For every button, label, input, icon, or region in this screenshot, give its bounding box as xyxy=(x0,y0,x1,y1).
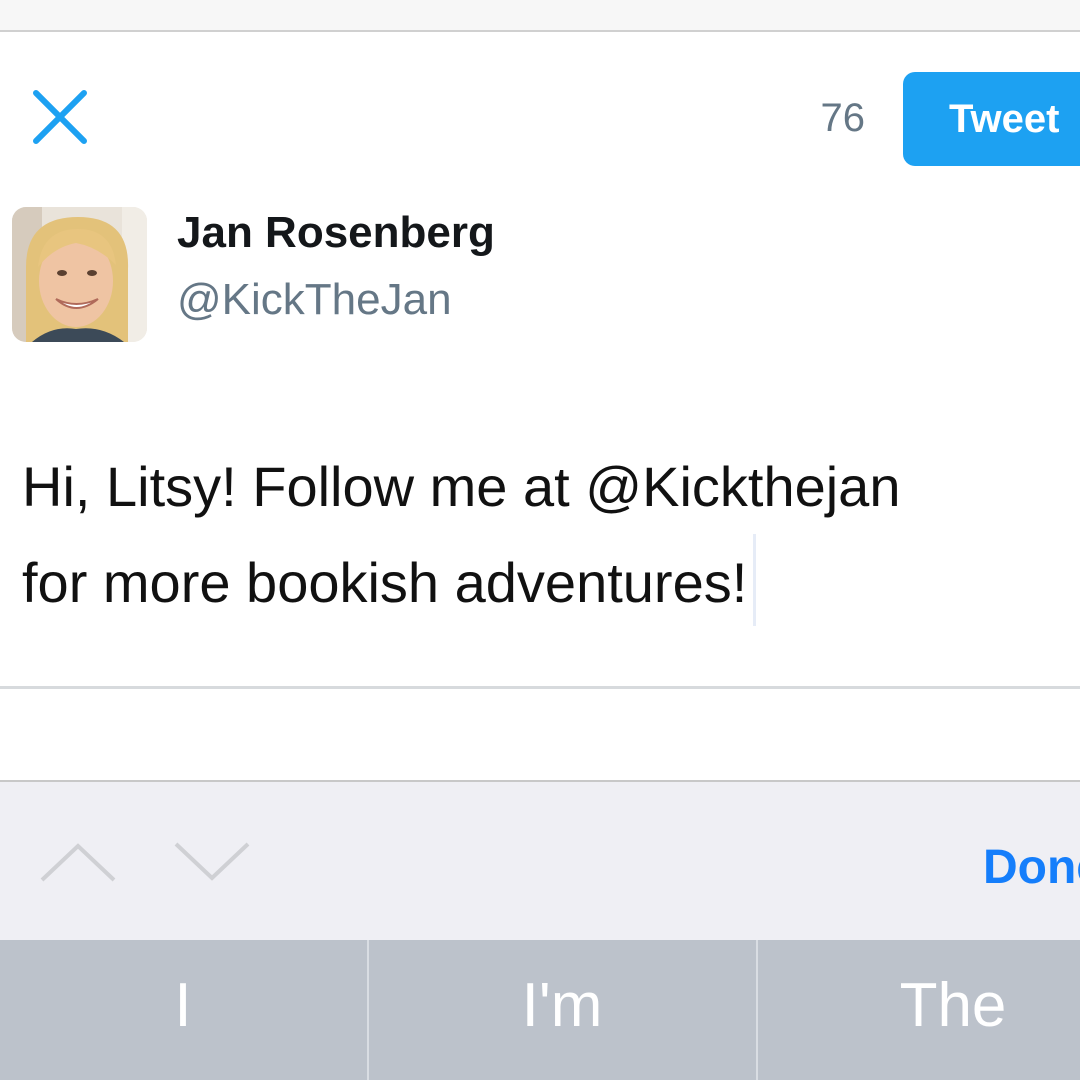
tweet-button[interactable]: Tweet xyxy=(903,72,1080,166)
text-cursor xyxy=(753,534,757,626)
status-strip xyxy=(0,0,1080,32)
done-button[interactable]: Done xyxy=(983,840,1080,895)
avatar xyxy=(12,207,147,342)
chevron-down-icon xyxy=(174,842,250,881)
next-field-button[interactable] xyxy=(172,840,252,884)
previous-field-button[interactable] xyxy=(38,840,118,884)
chevron-up-icon xyxy=(40,843,116,882)
compose-tweet-screen: 76 Tweet Jan Rosenberg @KickTheJan Hi, L… xyxy=(0,0,1080,1080)
user-handle: @KickTheJan xyxy=(177,275,452,324)
suggestion-item[interactable]: I xyxy=(0,940,366,1080)
character-count: 76 xyxy=(820,96,866,140)
close-icon xyxy=(33,90,87,144)
user-display-name: Jan Rosenberg xyxy=(177,208,495,257)
compose-divider xyxy=(0,686,1080,689)
predictive-suggestion-bar: I I'm The xyxy=(0,940,1080,1080)
tweet-text: Hi, Litsy! Follow me at @Kickthejan for … xyxy=(22,455,901,614)
tweet-compose-textarea[interactable]: Hi, Litsy! Follow me at @Kickthejan for … xyxy=(22,440,1072,630)
keyboard-toolbar xyxy=(0,782,1080,940)
close-button[interactable] xyxy=(28,85,92,149)
suggestion-item[interactable]: I'm xyxy=(369,940,755,1080)
suggestion-item[interactable]: The xyxy=(758,940,1080,1080)
